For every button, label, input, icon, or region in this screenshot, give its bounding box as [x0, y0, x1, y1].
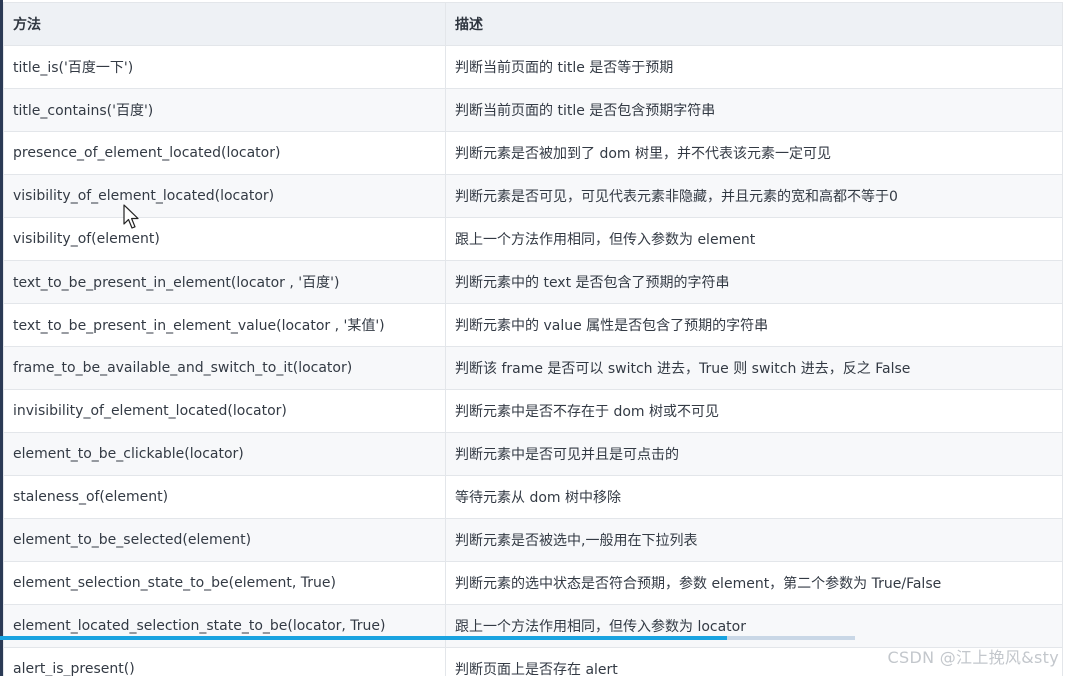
method-cell: alert_is_present(): [3, 647, 446, 676]
table-body: title_is('百度一下') 判断当前页面的 title 是否等于预期 titl…: [3, 45, 1063, 676]
header-method: 方法: [3, 2, 446, 46]
method-cell: text_to_be_present_in_element(locator , …: [3, 260, 446, 304]
method-cell: element_selection_state_to_be(element, T…: [3, 561, 446, 605]
mouse-cursor-icon: [123, 204, 139, 229]
header-description: 描述: [445, 2, 1063, 46]
method-cell: visibility_of(element): [3, 217, 446, 261]
table-row: staleness_of(element) 等待元素从 dom 树中移除: [3, 475, 1063, 519]
description-cell: 判断元素中是否不存在于 dom 树或不可见: [445, 389, 1063, 433]
method-cell: element_located_selection_state_to_be(lo…: [3, 604, 446, 648]
expected-conditions-table: 方法 描述 title_is('百度一下') 判断当前页面的 title 是否等于…: [3, 2, 1063, 676]
csdn-watermark: CSDN @江上挽风&sty: [887, 648, 1059, 667]
table-row: visibility_of(element) 跟上一个方法作用相同，但传入参数为 …: [3, 217, 1063, 261]
video-progress-bar[interactable]: [0, 636, 855, 640]
description-cell: 判断元素是否被加到了 dom 树里，并不代表该元素一定可见: [445, 131, 1063, 175]
method-cell: staleness_of(element): [3, 475, 446, 519]
table-header-row: 方法 描述: [3, 2, 1063, 46]
method-cell: presence_of_element_located(locator): [3, 131, 446, 175]
description-cell: 等待元素从 dom 树中移除: [445, 475, 1063, 519]
description-cell: 判断当前页面的 title 是否等于预期: [445, 45, 1063, 89]
description-cell: 判断元素是否被选中,一般用在下拉列表: [445, 518, 1063, 562]
table-row: element_to_be_selected(element) 判断元素是否被选中…: [3, 518, 1063, 562]
method-cell: visibility_of_element_located(locator): [3, 174, 446, 218]
table-row: element_to_be_clickable(locator) 判断元素中是否可…: [3, 432, 1063, 476]
video-progress-fill: [0, 636, 727, 640]
table-row: invisibility_of_element_located(locator)…: [3, 389, 1063, 433]
method-cell: invisibility_of_element_located(locator): [3, 389, 446, 433]
description-cell: 判断元素中的 text 是否包含了预期的字符串: [445, 260, 1063, 304]
method-cell: title_contains('百度'): [3, 88, 446, 132]
description-cell: 跟上一个方法作用相同，但传入参数为 locator: [445, 604, 1063, 648]
table-row: element_selection_state_to_be(element, T…: [3, 561, 1063, 605]
screen: 方法 描述 title_is('百度一下') 判断当前页面的 title 是否等于…: [0, 0, 1065, 676]
method-cell: element_to_be_clickable(locator): [3, 432, 446, 476]
description-cell: 判断元素是否可见，可见代表元素非隐藏，并且元素的宽和高都不等于0: [445, 174, 1063, 218]
description-cell: 判断元素中的 value 属性是否包含了预期的字符串: [445, 303, 1063, 347]
description-cell: 判断该 frame 是否可以 switch 进去，True 则 switch 进…: [445, 346, 1063, 390]
method-cell: text_to_be_present_in_element_value(loca…: [3, 303, 446, 347]
description-cell: 判断当前页面的 title 是否包含预期字符串: [445, 88, 1063, 132]
method-cell: frame_to_be_available_and_switch_to_it(l…: [3, 346, 446, 390]
table-row: visibility_of_element_located(locator) 判断…: [3, 174, 1063, 218]
description-cell: 判断元素中是否可见并且是可点击的: [445, 432, 1063, 476]
table-row: title_is('百度一下') 判断当前页面的 title 是否等于预期: [3, 45, 1063, 89]
table-row: text_to_be_present_in_element(locator , …: [3, 260, 1063, 304]
description-cell: 跟上一个方法作用相同，但传入参数为 element: [445, 217, 1063, 261]
table-row: presence_of_element_located(locator) 判断元素…: [3, 131, 1063, 175]
table-row: frame_to_be_available_and_switch_to_it(l…: [3, 346, 1063, 390]
methods-table-container: 方法 描述 title_is('百度一下') 判断当前页面的 title 是否等于…: [3, 2, 1063, 676]
table-row: title_contains('百度') 判断当前页面的 title 是否包含预期…: [3, 88, 1063, 132]
method-cell: title_is('百度一下'): [3, 45, 446, 89]
method-cell: element_to_be_selected(element): [3, 518, 446, 562]
table-row: text_to_be_present_in_element_value(loca…: [3, 303, 1063, 347]
table-row: element_located_selection_state_to_be(lo…: [3, 604, 1063, 648]
description-cell: 判断元素的选中状态是否符合预期，参数 element，第二个参数为 True/F…: [445, 561, 1063, 605]
